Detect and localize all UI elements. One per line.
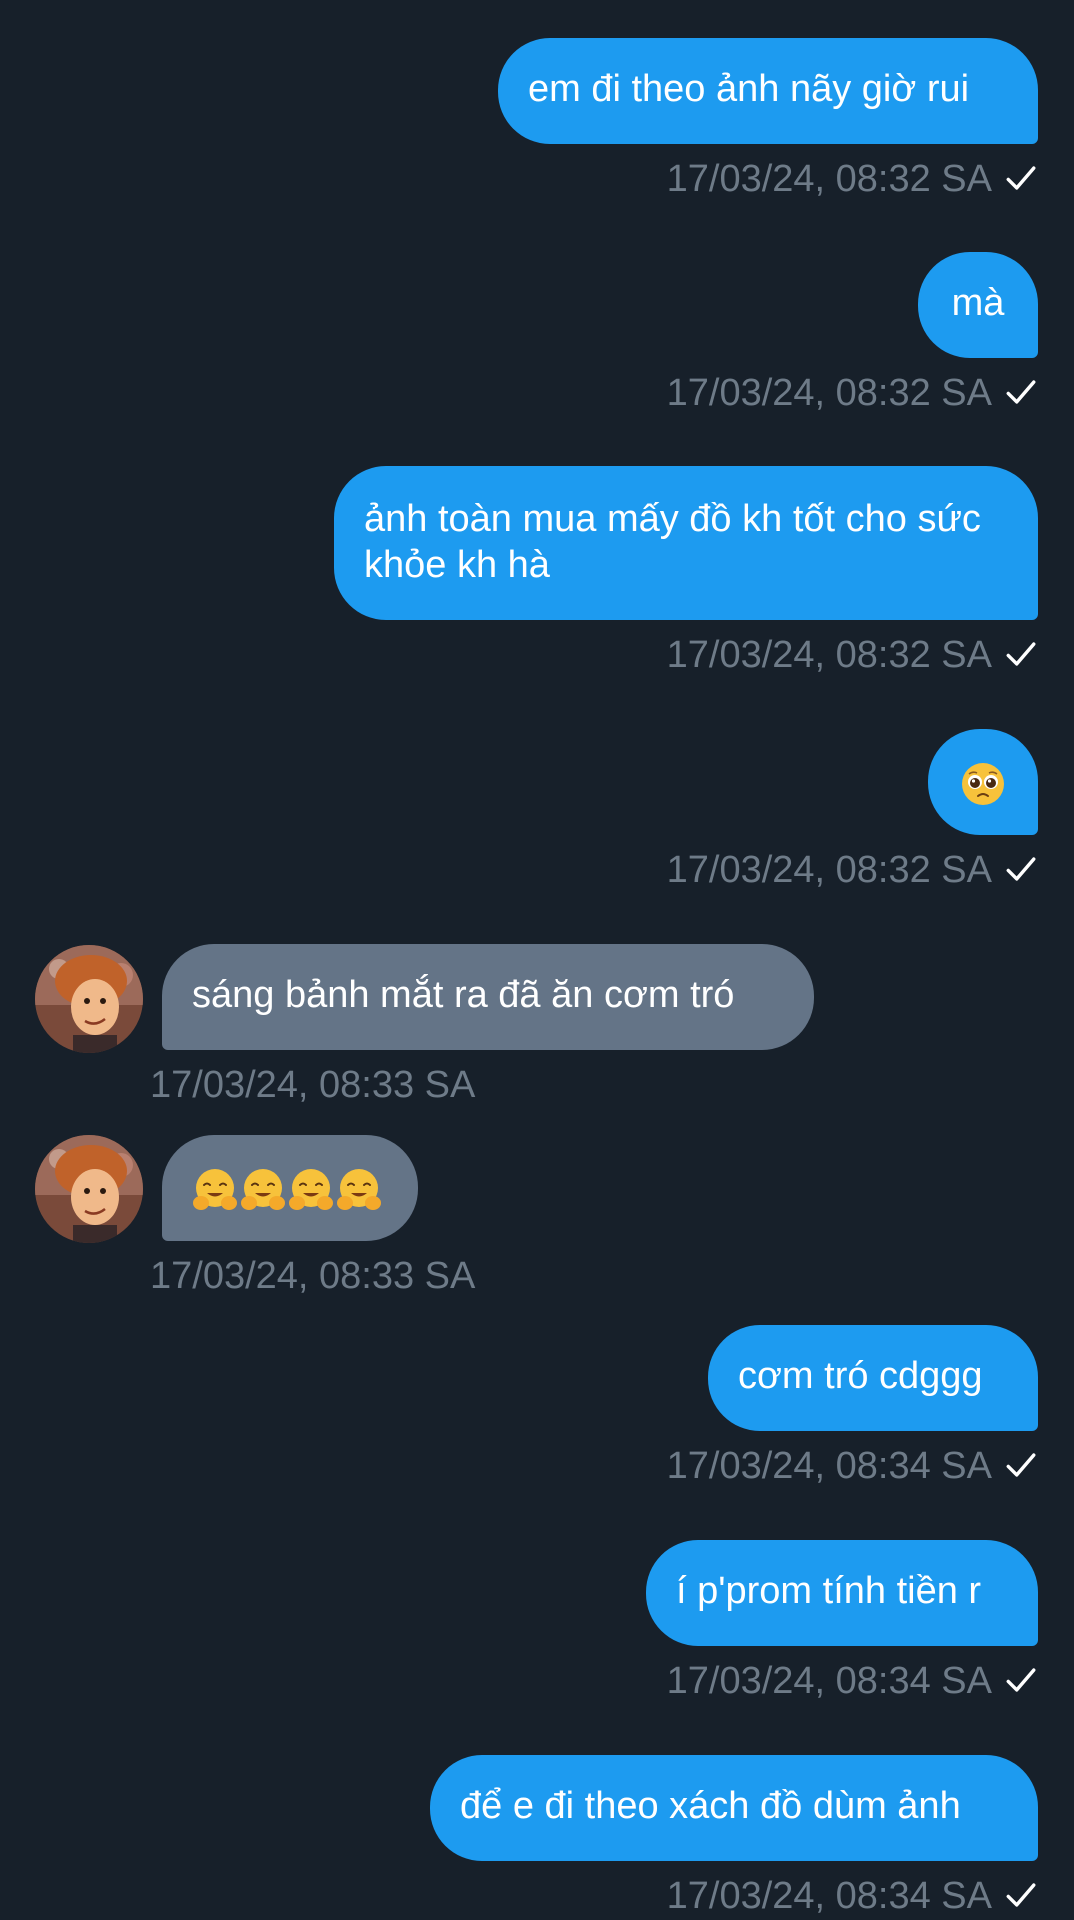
message-bubble[interactable] bbox=[162, 1135, 418, 1241]
message-meta: 17/03/24, 08:33 SA bbox=[150, 1062, 475, 1108]
message-text: í p'prom tính tiền r bbox=[676, 1570, 982, 1612]
message-outgoing[interactable]: mà 17/03/24, 08:32 SA bbox=[667, 252, 1038, 414]
message-bubble[interactable]: í p'prom tính tiền r bbox=[646, 1540, 1038, 1646]
message-text: sáng bảnh mắt ra đã ăn cơm tró bbox=[192, 974, 735, 1016]
read-check-icon bbox=[1006, 1668, 1036, 1692]
read-check-icon bbox=[1006, 1453, 1036, 1477]
message-meta: 17/03/24, 08:34 SA bbox=[667, 1658, 1038, 1704]
message-outgoing[interactable]: ảnh toàn mua mấy đồ kh tốt cho sức khỏe … bbox=[334, 466, 1038, 676]
message-text: cơm tró cdggg bbox=[738, 1355, 983, 1397]
message-bubble[interactable]: mà bbox=[918, 252, 1038, 358]
message-outgoing[interactable]: í p'prom tính tiền r 17/03/24, 08:34 SA bbox=[646, 1540, 1038, 1702]
timestamp: 17/03/24, 08:32 SA bbox=[666, 849, 992, 891]
message-text: ảnh toàn mua mấy đồ kh tốt cho sức khỏe … bbox=[364, 498, 981, 586]
message-outgoing[interactable]: em đi theo ảnh nãy giờ rui 17/03/24, 08:… bbox=[498, 38, 1038, 200]
message-meta: 17/03/24, 08:34 SA bbox=[667, 1443, 1038, 1489]
pleading-face-icon bbox=[962, 762, 1004, 805]
message-bubble[interactable]: cơm tró cdggg bbox=[708, 1325, 1038, 1431]
timestamp: 17/03/24, 08:34 SA bbox=[666, 1660, 992, 1702]
message-bubble[interactable]: ảnh toàn mua mấy đồ kh tốt cho sức khỏe … bbox=[334, 466, 1038, 620]
message-meta: 17/03/24, 08:32 SA bbox=[667, 156, 1038, 202]
message-bubble[interactable] bbox=[928, 729, 1038, 835]
read-check-icon bbox=[1006, 857, 1036, 881]
message-meta: 17/03/24, 08:33 SA bbox=[150, 1253, 475, 1299]
read-check-icon bbox=[1006, 166, 1036, 190]
timestamp: 17/03/24, 08:32 SA bbox=[666, 634, 992, 676]
message-meta: 17/03/24, 08:32 SA bbox=[667, 847, 1038, 893]
message-text: em đi theo ảnh nãy giờ rui bbox=[528, 68, 970, 110]
message-text: để e đi theo xách đồ dùm ảnh bbox=[460, 1785, 961, 1827]
timestamp: 17/03/24, 08:34 SA bbox=[666, 1875, 992, 1917]
message-bubble[interactable]: em đi theo ảnh nãy giờ rui bbox=[498, 38, 1038, 144]
message-outgoing[interactable]: 17/03/24, 08:32 SA bbox=[667, 729, 1038, 891]
hugging-face-icon bbox=[241, 1168, 285, 1210]
message-outgoing[interactable]: cơm tró cdggg 17/03/24, 08:34 SA bbox=[667, 1325, 1038, 1487]
timestamp: 17/03/24, 08:33 SA bbox=[150, 1064, 476, 1106]
hugging-face-icon bbox=[337, 1168, 381, 1210]
timestamp: 17/03/24, 08:32 SA bbox=[666, 372, 992, 414]
message-meta: 17/03/24, 08:34 SA bbox=[667, 1873, 1038, 1919]
message-bubble[interactable]: sáng bảnh mắt ra đã ăn cơm tró bbox=[162, 944, 814, 1050]
read-check-icon bbox=[1006, 380, 1036, 404]
chat-thread: em đi theo ảnh nãy giờ rui 17/03/24, 08:… bbox=[0, 0, 1074, 1920]
message-meta: 17/03/24, 08:32 SA bbox=[667, 370, 1038, 416]
avatar[interactable] bbox=[35, 945, 143, 1053]
read-check-icon bbox=[1006, 1883, 1036, 1907]
timestamp: 17/03/24, 08:32 SA bbox=[666, 158, 992, 200]
avatar[interactable] bbox=[35, 1135, 143, 1243]
timestamp: 17/03/24, 08:34 SA bbox=[666, 1445, 992, 1487]
hugging-face-icon bbox=[193, 1168, 237, 1210]
message-meta: 17/03/24, 08:32 SA bbox=[667, 632, 1038, 678]
hugging-face-row bbox=[192, 1167, 384, 1210]
message-incoming[interactable]: 17/03/24, 08:33 SA bbox=[150, 1135, 475, 1297]
message-outgoing[interactable]: để e đi theo xách đồ dùm ảnh 17/03/24, 0… bbox=[430, 1755, 1038, 1917]
avatar-image bbox=[35, 945, 143, 1053]
read-check-icon bbox=[1006, 642, 1036, 666]
message-text: mà bbox=[951, 282, 1005, 324]
avatar-image bbox=[35, 1135, 143, 1243]
message-bubble[interactable]: để e đi theo xách đồ dùm ảnh bbox=[430, 1755, 1038, 1861]
timestamp: 17/03/24, 08:33 SA bbox=[150, 1255, 476, 1297]
hugging-face-icon bbox=[289, 1168, 333, 1210]
message-incoming[interactable]: sáng bảnh mắt ra đã ăn cơm tró 17/03/24,… bbox=[150, 944, 814, 1106]
